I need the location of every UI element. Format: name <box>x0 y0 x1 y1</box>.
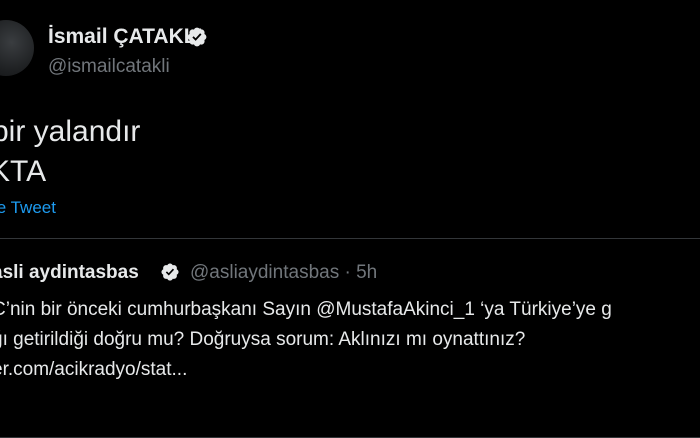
author-display-name[interactable]: İsmail ÇATAKLI <box>48 25 202 49</box>
quoted-author-display-name[interactable]: asli aydintasbas <box>0 262 139 284</box>
author-handle[interactable]: @ismailcatakli <box>48 56 170 78</box>
quoted-tweet-text-line: ğı getirildiği doğru mu? Doğruysa sorum:… <box>0 329 526 350</box>
author-avatar[interactable] <box>0 20 34 76</box>
verified-badge-icon <box>161 263 179 281</box>
translate-tweet-link[interactable]: te Tweet <box>0 198 56 218</box>
quoted-author-handle-time[interactable]: @asliaydintasbas · 5h <box>190 262 377 284</box>
tweet-text-line: bir yalandır <box>0 115 141 148</box>
tweet-text-line: KTA <box>0 155 47 188</box>
quoted-tweet-link-text[interactable]: er.com/acikradyo/stat... <box>0 358 187 381</box>
quoted-tweet-text-line: C’nin bir önceki cumhurbaşkanı Sayın @Mu… <box>0 299 612 320</box>
verified-badge-icon <box>187 27 207 47</box>
